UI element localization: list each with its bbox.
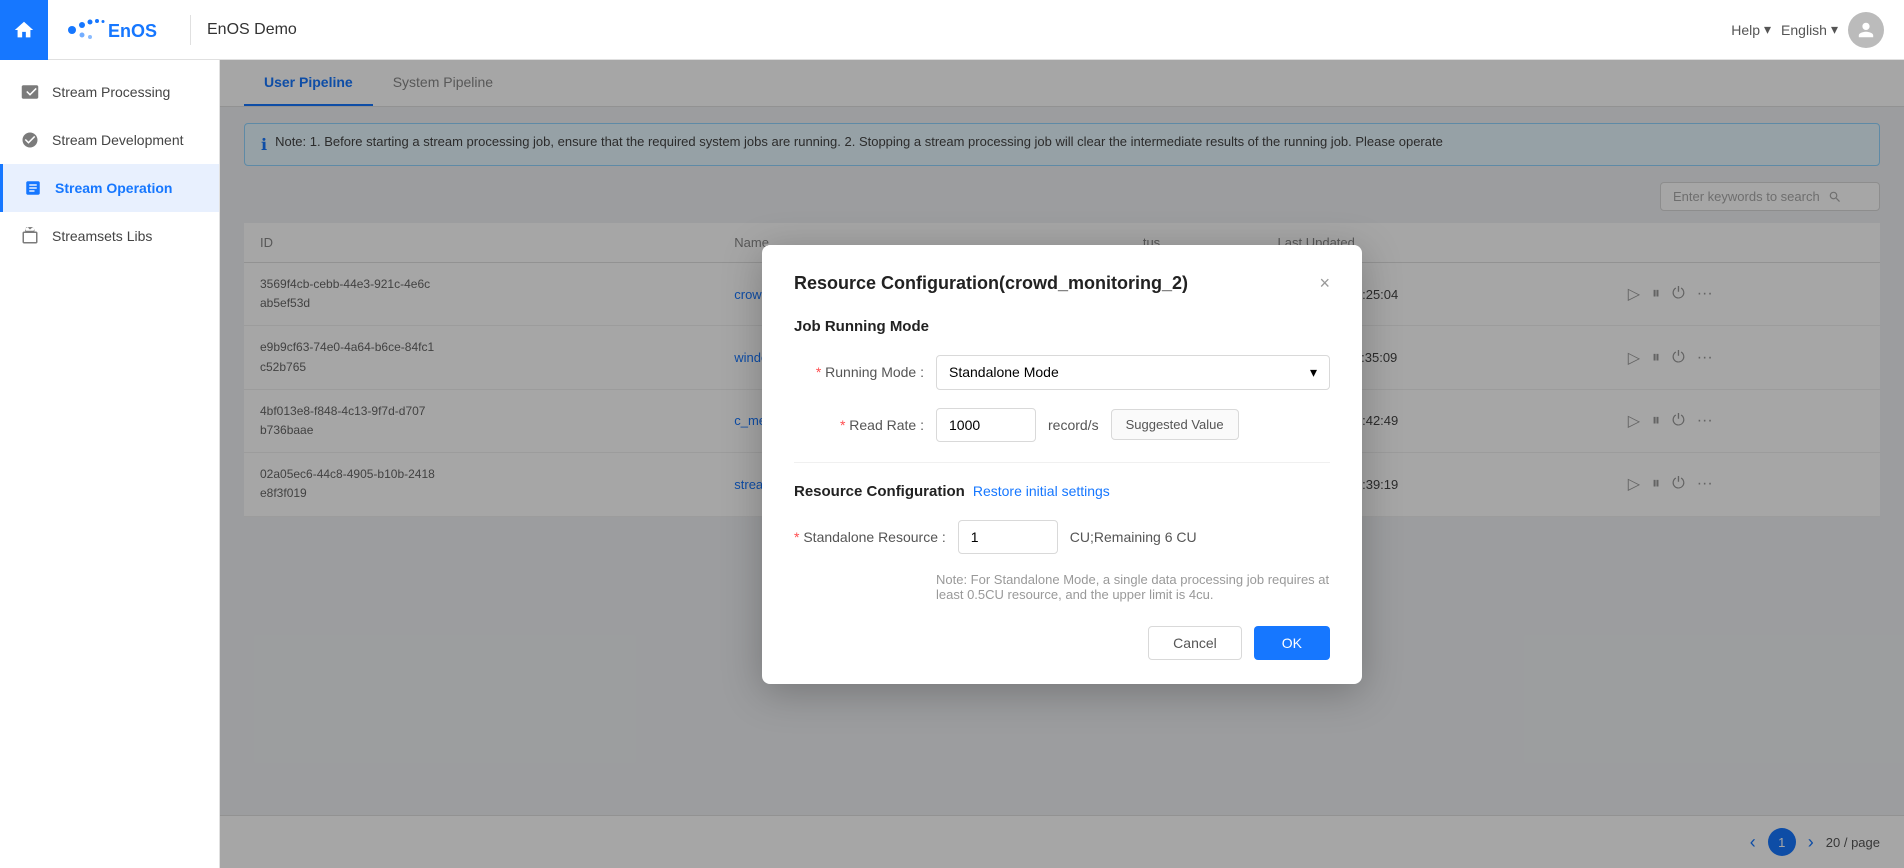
stream-processing-icon xyxy=(20,82,40,102)
sidebar-item-streamsets-libs[interactable]: Streamsets Libs xyxy=(0,212,219,260)
sidebar-item-stream-development[interactable]: Stream Development xyxy=(0,116,219,164)
standalone-mode-note: Note: For Standalone Mode, a single data… xyxy=(936,572,1330,602)
dropdown-icon: ▾ xyxy=(1310,364,1317,381)
content-area: User Pipeline System Pipeline ℹ Note: 1.… xyxy=(220,60,1904,868)
modal-footer: Cancel OK xyxy=(794,626,1330,660)
read-rate-row: * Read Rate : record/s Suggested Value xyxy=(794,408,1330,442)
home-button[interactable] xyxy=(0,0,48,60)
standalone-resource-input[interactable] xyxy=(958,520,1058,554)
running-mode-row: * Running Mode : Standalone Mode ▾ xyxy=(794,355,1330,390)
sidebar-label-stream-development: Stream Development xyxy=(52,132,184,148)
ok-button[interactable]: OK xyxy=(1254,626,1330,660)
standalone-resource-label: * Standalone Resource : xyxy=(794,529,946,545)
running-mode-label: * Running Mode : xyxy=(794,364,924,380)
logo-area: EnOS xyxy=(64,15,174,45)
resource-config-label: Resource Configuration xyxy=(794,483,965,500)
standalone-resource-unit: CU;Remaining 6 CU xyxy=(1070,529,1197,545)
avatar[interactable] xyxy=(1848,12,1884,48)
sidebar-label-stream-operation: Stream Operation xyxy=(55,180,172,196)
stream-operation-icon xyxy=(23,178,43,198)
sidebar-item-stream-operation[interactable]: Stream Operation xyxy=(0,164,219,212)
sidebar-label-stream-processing: Stream Processing xyxy=(52,84,170,100)
help-button[interactable]: Help ▾ xyxy=(1731,21,1771,38)
main-layout: Stream Processing Stream Development Str… xyxy=(0,60,1904,868)
header-right: Help ▾ English ▾ xyxy=(1731,12,1884,48)
restore-initial-settings-link[interactable]: Restore initial settings xyxy=(973,483,1110,499)
resource-config-modal: Resource Configuration(crowd_monitoring_… xyxy=(762,245,1362,684)
app-title: EnOS Demo xyxy=(207,21,297,39)
top-header: EnOS EnOS Demo Help ▾ English ▾ xyxy=(0,0,1904,60)
sidebar-item-stream-processing[interactable]: Stream Processing xyxy=(0,68,219,116)
language-button[interactable]: English ▾ xyxy=(1781,21,1838,38)
read-rate-input[interactable] xyxy=(936,408,1036,442)
svg-text:EnOS: EnOS xyxy=(108,21,157,41)
running-mode-select[interactable]: Standalone Mode ▾ xyxy=(936,355,1330,390)
job-running-mode-label: Job Running Mode xyxy=(794,318,1330,335)
sidebar-label-streamsets-libs: Streamsets Libs xyxy=(52,228,152,244)
stream-development-icon xyxy=(20,130,40,150)
sidebar: Stream Processing Stream Development Str… xyxy=(0,60,220,868)
running-mode-value: Standalone Mode xyxy=(949,364,1059,380)
streamsets-libs-icon xyxy=(20,226,40,246)
header-divider xyxy=(190,15,191,45)
modal-close-button[interactable]: × xyxy=(1319,273,1330,294)
read-rate-unit: record/s xyxy=(1048,417,1099,433)
modal-header: Resource Configuration(crowd_monitoring_… xyxy=(794,273,1330,294)
cancel-button[interactable]: Cancel xyxy=(1148,626,1242,660)
standalone-resource-row: * Standalone Resource : CU;Remaining 6 C… xyxy=(794,520,1330,554)
modal-title: Resource Configuration(crowd_monitoring_… xyxy=(794,273,1188,294)
section-divider xyxy=(794,462,1330,463)
read-rate-label: * Read Rate : xyxy=(794,417,924,433)
resource-config-section-header: Resource Configuration Restore initial s… xyxy=(794,483,1330,500)
suggested-value-button[interactable]: Suggested Value xyxy=(1111,409,1239,440)
